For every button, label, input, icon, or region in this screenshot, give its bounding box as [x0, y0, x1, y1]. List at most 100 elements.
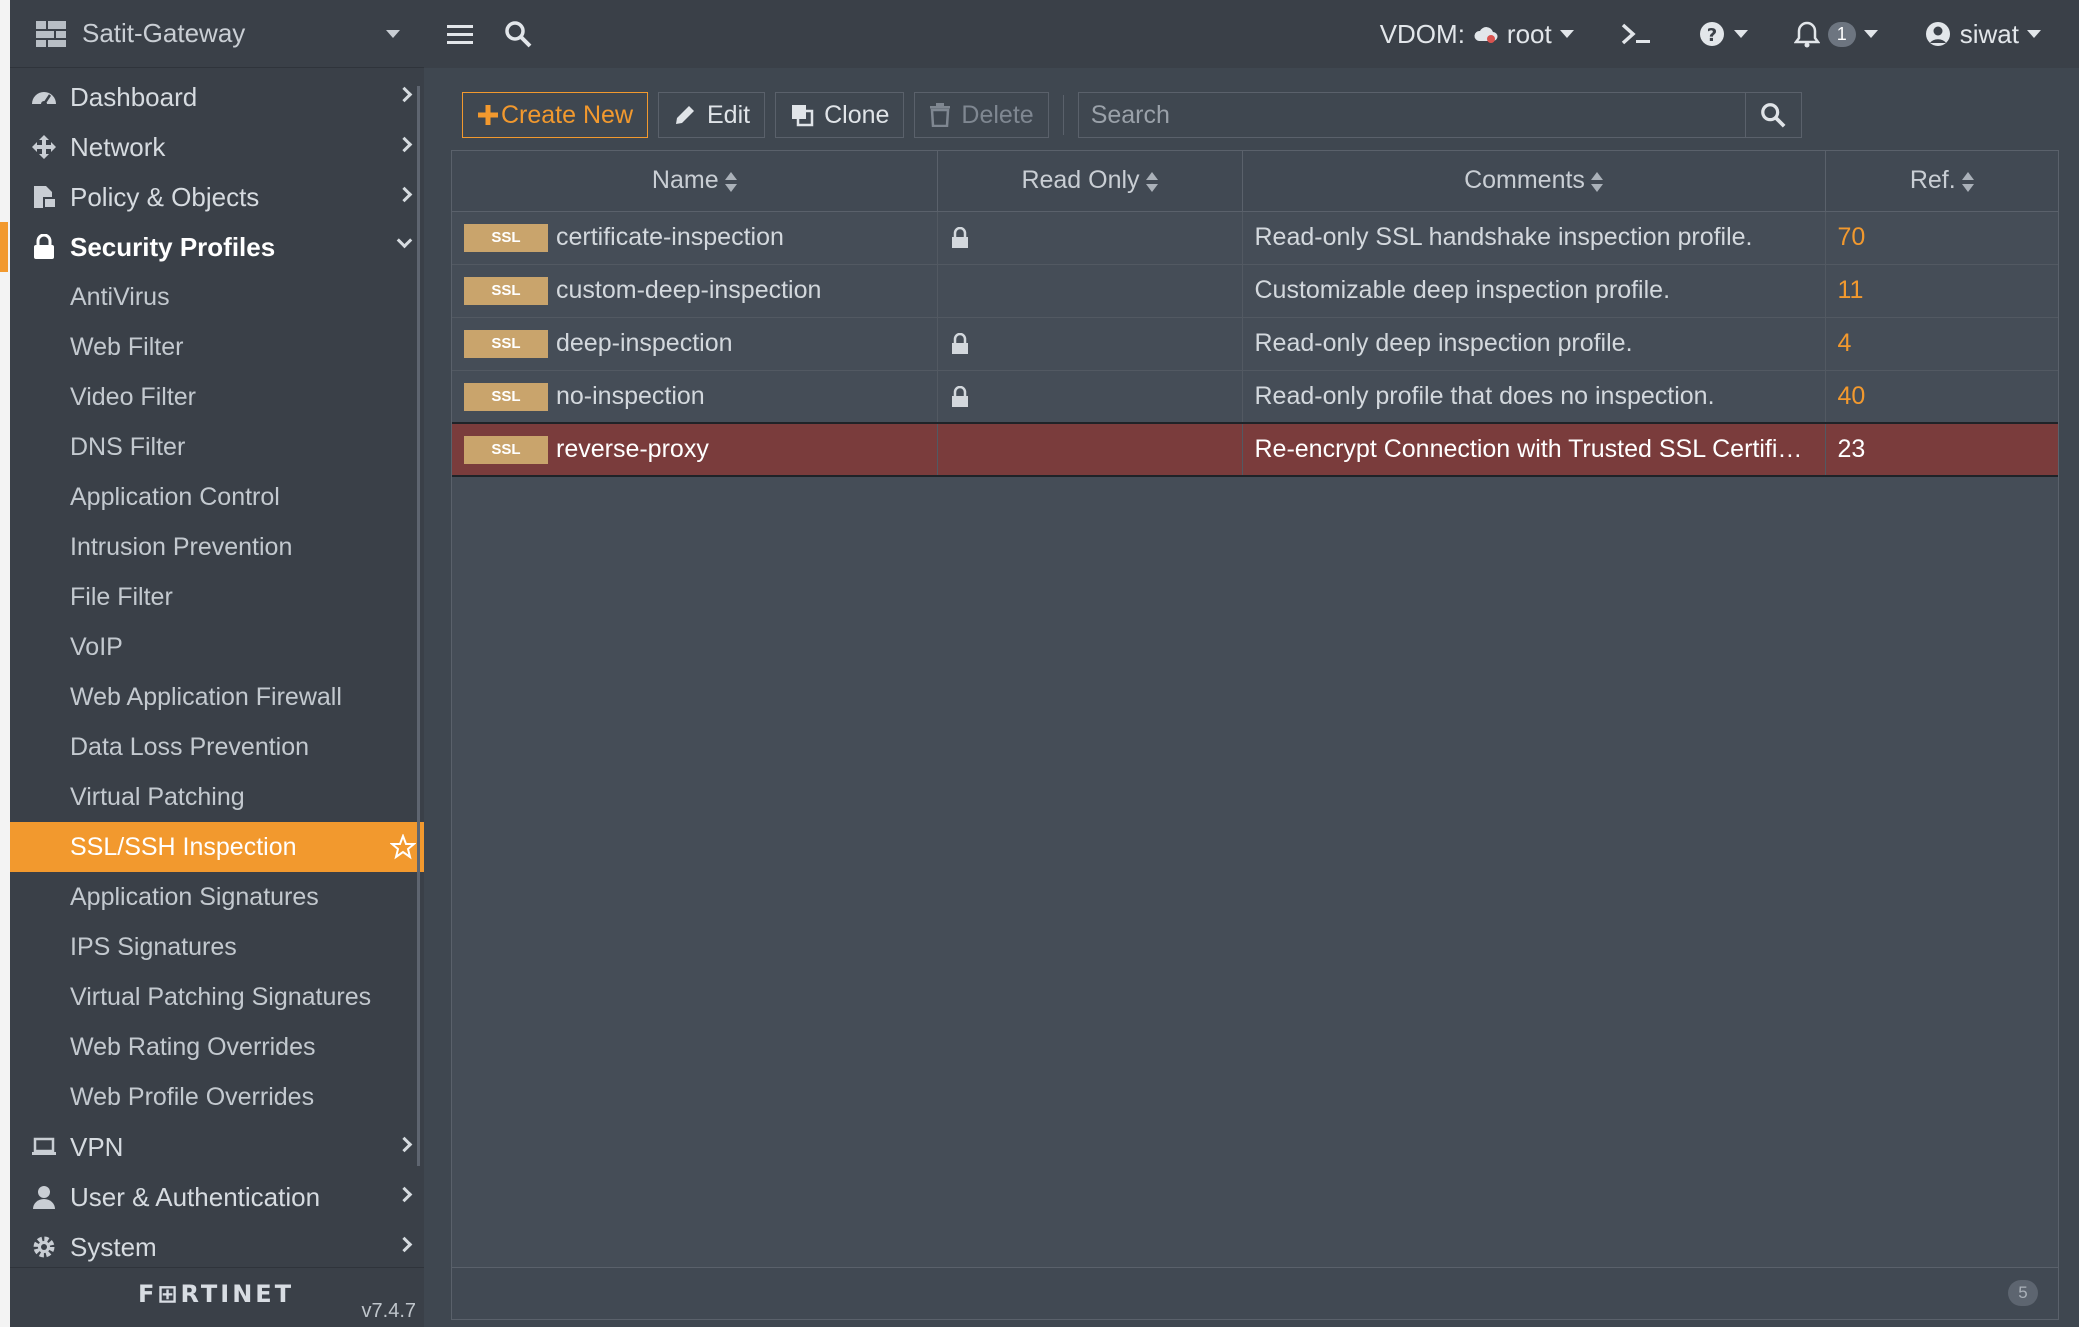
- profiles-table: Name Read Only Comments Ref. SSL certific…: [451, 150, 2059, 1320]
- nav-label: System: [70, 1231, 157, 1262]
- subnav-label: SSL/SSH Inspection: [70, 832, 297, 861]
- create-new-label: Create New: [501, 100, 633, 129]
- global-search-button[interactable]: [496, 12, 540, 56]
- sort-icon: [1961, 171, 1974, 193]
- lock-icon: [34, 234, 54, 259]
- nav-policy-objects[interactable]: Policy & Objects: [10, 172, 424, 222]
- nav-label: User & Authentication: [70, 1181, 321, 1212]
- table-row[interactable]: SSL no-inspection Read-only profile that …: [452, 370, 2058, 424]
- search-button[interactable]: [1745, 92, 1802, 138]
- table-header-row: Name Read Only Comments Ref.: [452, 151, 2058, 212]
- vdom-selector[interactable]: VDOM: root: [1364, 19, 1590, 50]
- device-name: Satit-Gateway: [82, 18, 246, 48]
- subnav-virtual-patching-signatures[interactable]: Virtual Patching Signatures: [10, 972, 424, 1022]
- profile-name: reverse-proxy: [556, 434, 709, 463]
- edit-button[interactable]: Edit: [658, 92, 766, 138]
- hamburger-icon: [447, 25, 473, 44]
- subnav-video-filter[interactable]: Video Filter: [10, 372, 424, 422]
- notifications-menu[interactable]: 1: [1778, 20, 1894, 48]
- ref-count[interactable]: 11: [1825, 264, 2058, 318]
- nav-system[interactable]: System: [10, 1222, 424, 1272]
- device-selector[interactable]: Satit-Gateway: [10, 0, 424, 68]
- toolbar-divider: [1062, 95, 1064, 135]
- subnav-web-application-firewall[interactable]: Web Application Firewall: [10, 672, 424, 722]
- bell-icon: [1793, 21, 1820, 48]
- subnav-data-loss-prevention[interactable]: Data Loss Prevention: [10, 722, 424, 772]
- subnav-ips-signatures[interactable]: IPS Signatures: [10, 922, 424, 972]
- subnav-antivirus[interactable]: AntiVirus: [10, 272, 424, 322]
- subnav-web-filter[interactable]: Web Filter: [10, 322, 424, 372]
- network-icon: [32, 135, 56, 159]
- column-header-read-only[interactable]: Read Only: [937, 151, 1243, 212]
- nav-label: Security Profiles: [70, 231, 276, 262]
- table-row[interactable]: SSL certificate-inspection Read-only SSL …: [452, 211, 2058, 265]
- table-row-selected[interactable]: SSL reverse-proxy Re-encrypt Connection w…: [452, 422, 2058, 477]
- column-header-comments[interactable]: Comments: [1242, 151, 1826, 212]
- table-row[interactable]: SSL deep-inspection Read-only deep inspec…: [452, 317, 2058, 371]
- sort-icon: [724, 171, 737, 193]
- subnav-web-profile-overrides[interactable]: Web Profile Overrides: [10, 1072, 424, 1122]
- subnav-ssl-ssh-inspection[interactable]: SSL/SSH Inspection: [10, 822, 424, 872]
- lock-icon: [951, 386, 968, 408]
- subnav-virtual-patching[interactable]: Virtual Patching: [10, 772, 424, 822]
- nav-dashboard[interactable]: Dashboard: [10, 72, 424, 122]
- subnav-web-rating-overrides[interactable]: Web Rating Overrides: [10, 1022, 424, 1072]
- chevron-right-icon: [396, 136, 413, 153]
- pencil-icon: [676, 106, 694, 124]
- nav-network[interactable]: Network: [10, 122, 424, 172]
- fortinet-logo: F⊞RTINET: [138, 1280, 295, 1308]
- vdom-value: root: [1506, 18, 1552, 49]
- svg-text:?: ?: [1707, 25, 1717, 46]
- nav-menu: Dashboard Network Policy & Objects Secur…: [0, 68, 424, 1272]
- header-label: Ref.: [1909, 166, 1956, 195]
- header-label: Name: [651, 166, 719, 195]
- subnav-application-control[interactable]: Application Control: [10, 472, 424, 522]
- ref-count[interactable]: 4: [1825, 317, 2058, 371]
- user-menu[interactable]: siwat: [1908, 19, 2057, 50]
- clone-button[interactable]: Clone: [775, 92, 905, 138]
- column-header-ref[interactable]: Ref.: [1825, 151, 2058, 212]
- subnav-dns-filter[interactable]: DNS Filter: [10, 422, 424, 472]
- column-header-name[interactable]: Name: [452, 151, 938, 212]
- delete-button[interactable]: Delete: [914, 92, 1049, 138]
- trash-icon: [930, 103, 951, 127]
- toolbar: Create New Edit Clone Delete: [462, 92, 1802, 138]
- nav-security-profiles[interactable]: Security Profiles: [0, 222, 424, 272]
- ref-count[interactable]: 70: [1825, 211, 2058, 265]
- ref-count[interactable]: 40: [1825, 370, 2058, 424]
- nav-vpn[interactable]: VPN: [10, 1122, 424, 1172]
- table-row[interactable]: SSL custom-deep-inspection Customizable d…: [452, 264, 2058, 318]
- subnav-intrusion-prevention[interactable]: Intrusion Prevention: [10, 522, 424, 572]
- lock-icon: [951, 227, 968, 249]
- user-name: siwat: [1959, 18, 2019, 49]
- subnav-file-filter[interactable]: File Filter: [10, 572, 424, 622]
- star-icon[interactable]: [390, 834, 416, 860]
- policy-icon: [34, 186, 57, 209]
- firmware-version: v7.4.7: [361, 1300, 416, 1322]
- search-input[interactable]: [1077, 92, 1746, 138]
- search-icon: [505, 21, 532, 48]
- nav-label: VPN: [70, 1131, 124, 1162]
- subnav-application-signatures[interactable]: Application Signatures: [10, 872, 424, 922]
- nav-user-authentication[interactable]: User & Authentication: [10, 1172, 424, 1222]
- help-menu[interactable]: ?: [1682, 20, 1764, 48]
- menu-toggle-button[interactable]: [438, 12, 482, 56]
- profile-name: no-inspection: [556, 381, 705, 410]
- create-new-button[interactable]: Create New: [462, 92, 648, 138]
- table-footer: 5: [452, 1267, 2058, 1319]
- subnav-voip[interactable]: VoIP: [10, 622, 424, 672]
- sidebar: Satit-Gateway Dashboard Network Policy &…: [0, 0, 424, 1327]
- cli-console-button[interactable]: [1604, 22, 1668, 46]
- profile-name: custom-deep-inspection: [556, 275, 822, 304]
- read-only-cell: [937, 370, 1243, 424]
- nav-label: Policy & Objects: [70, 181, 260, 212]
- ref-count[interactable]: 23: [1825, 422, 2058, 477]
- chevron-right-icon: [396, 86, 413, 103]
- sidebar-scrollbar[interactable]: [417, 86, 420, 1166]
- top-bar: VDOM: root ? 1 siwat: [424, 0, 2079, 68]
- comment-cell: Customizable deep inspection profile.: [1242, 264, 1826, 318]
- chevron-down-icon: [396, 232, 413, 249]
- read-only-cell: [937, 264, 1243, 318]
- chevron-down-icon: [386, 29, 400, 38]
- notification-count: 1: [1827, 21, 1856, 47]
